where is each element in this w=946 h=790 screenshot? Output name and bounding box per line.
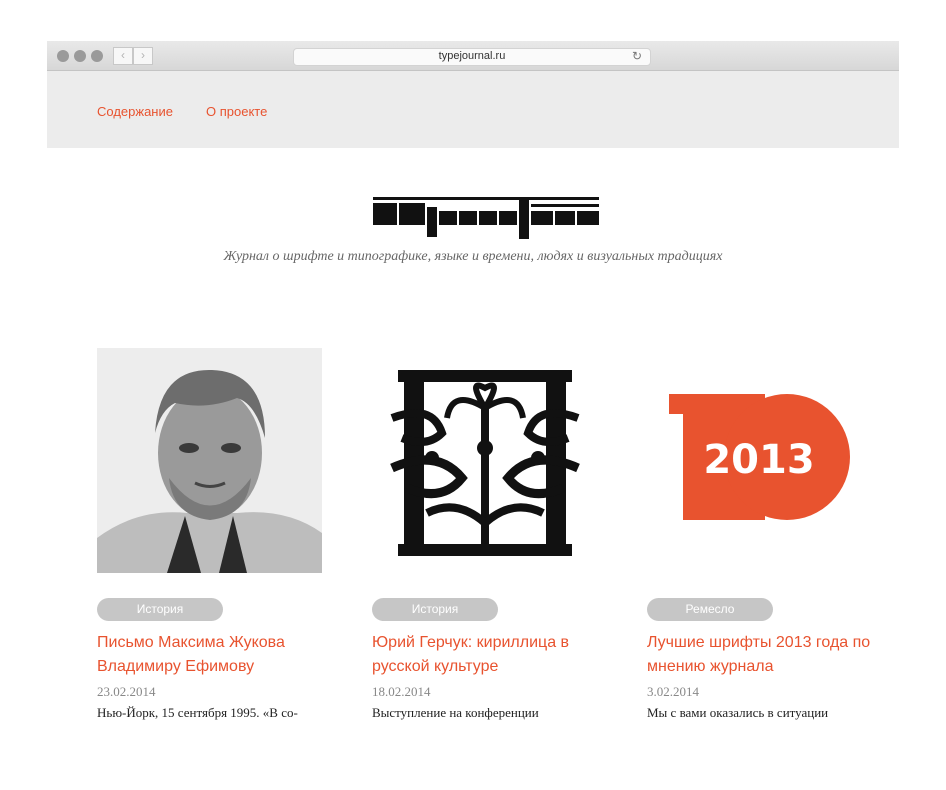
ten-2013-logo-image[interactable]: 2013 <box>647 348 872 573</box>
article-title[interactable]: Письмо Максима Жукова Владимиру Ефимову <box>97 631 322 679</box>
article-title[interactable]: Лучшие шрифты 2013 года по мнению журнал… <box>647 631 872 679</box>
category-badge[interactable]: История <box>97 598 223 621</box>
site-navigation: Содержание О проекте <box>47 71 899 148</box>
article-excerpt: Выступление на конференции <box>372 705 539 720</box>
category-badge[interactable]: Ремесло <box>647 598 773 621</box>
article-date: 23.02.2014 <box>97 684 156 699</box>
article-date: 3.02.2014 <box>647 684 699 699</box>
site-tagline: Журнал о шрифте и типографике, языке и в… <box>223 249 723 264</box>
portrait-photo[interactable] <box>97 348 322 573</box>
zoom-window-button[interactable] <box>91 50 103 62</box>
nav-link-about[interactable]: О проекте <box>206 104 267 119</box>
site-logo[interactable] <box>373 197 599 241</box>
back-button[interactable]: ‹ <box>113 47 133 65</box>
article-excerpt: Мы с вами оказались в ситуации <box>647 705 829 720</box>
forward-button[interactable]: › <box>133 47 153 65</box>
chevron-left-icon: ‹ <box>121 48 125 62</box>
nav-link-contents[interactable]: Содержание <box>97 104 173 119</box>
article-title[interactable]: Юрий Герчук: кириллица в русской культур… <box>372 631 597 679</box>
logo-year-text: 2013 <box>703 437 814 483</box>
category-badge[interactable]: История <box>372 598 498 621</box>
article-excerpt: Нью-Йорк, 15 сентября 1995. «В со- <box>97 705 298 720</box>
chevron-right-icon: › <box>141 48 145 62</box>
article-date: 18.02.2014 <box>372 684 431 699</box>
minimize-window-button[interactable] <box>74 50 86 62</box>
ornamental-letter-image[interactable] <box>372 348 597 573</box>
reload-icon[interactable]: ↻ <box>632 49 642 63</box>
browser-window: ‹ › typejournal.ru ↻ Содержание О проект… <box>47 41 899 741</box>
close-window-button[interactable] <box>57 50 69 62</box>
address-bar[interactable]: typejournal.ru ↻ <box>293 48 651 66</box>
browser-toolbar: ‹ › typejournal.ru ↻ <box>47 41 899 71</box>
url-text: typejournal.ru <box>438 50 506 62</box>
